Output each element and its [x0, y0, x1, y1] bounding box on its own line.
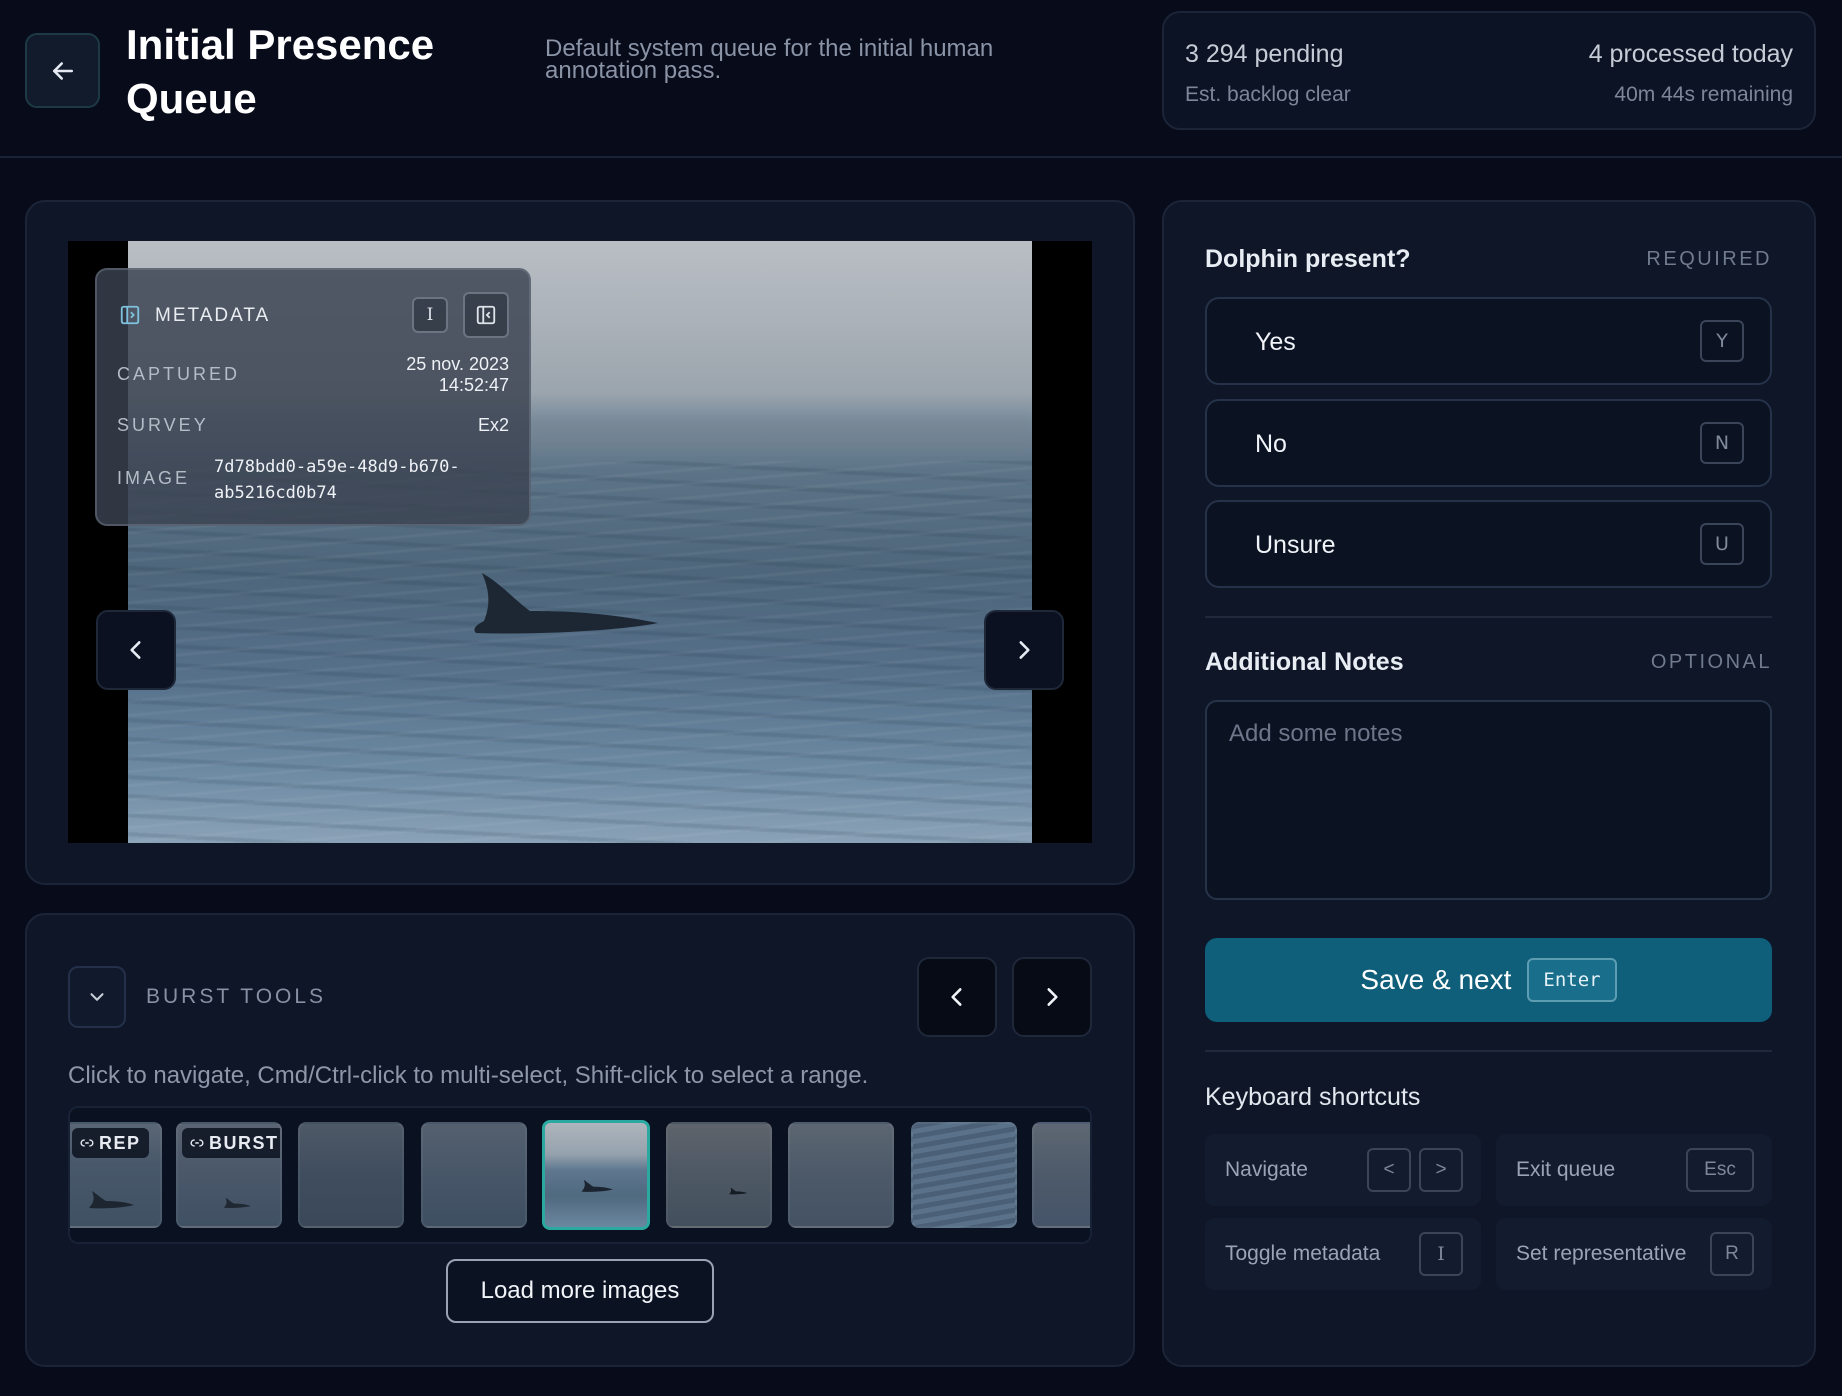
option-unsure-key: U	[1700, 523, 1744, 565]
link-icon	[80, 1139, 94, 1147]
chevron-left-icon	[951, 988, 962, 1006]
divider	[1205, 616, 1772, 618]
dolphin-fin	[223, 1197, 251, 1209]
metadata-heading: METADATA	[155, 305, 271, 326]
burst-previous-button[interactable]	[917, 957, 997, 1037]
survey-key: SURVEY	[117, 415, 209, 435]
pending-count: 3 294 pending	[1185, 40, 1344, 68]
thumbnail[interactable]: BURST	[176, 1122, 282, 1228]
captured-date: 25 nov. 2023	[406, 354, 509, 374]
notes-title: Additional Notes	[1205, 648, 1404, 676]
option-unsure[interactable]: Unsure U	[1205, 500, 1772, 588]
thumbnail[interactable]	[788, 1122, 894, 1228]
option-yes-label: Yes	[1255, 328, 1296, 356]
sidebar-panel-icon	[120, 305, 140, 325]
thumbnail[interactable]	[666, 1122, 772, 1228]
representative-badge: REP	[72, 1128, 149, 1158]
shortcut-next-key: >	[1419, 1148, 1463, 1192]
rep-badge-label: REP	[99, 1132, 141, 1153]
captured-value: 25 nov. 2023 14:52:47	[406, 354, 509, 396]
captured-key: CAPTURED	[117, 364, 241, 384]
dolphin-fin	[729, 1187, 748, 1195]
dolphin-fin	[474, 573, 658, 634]
metadata-overlay: METADATA I CAPTURED 25 nov. 2023 14:52:4…	[95, 268, 531, 526]
backlog-label: Est. backlog clear	[1185, 83, 1351, 106]
shortcut-rep-label: Set representative	[1516, 1242, 1687, 1265]
captured-time: 14:52:47	[438, 375, 509, 395]
arrow-left-icon	[52, 61, 73, 80]
option-yes-key: Y	[1700, 320, 1744, 362]
chevron-right-icon	[1019, 641, 1030, 659]
distant-coastline	[528, 409, 1032, 449]
link-icon	[190, 1139, 204, 1147]
option-yes[interactable]: Yes Y	[1205, 297, 1772, 385]
load-more-button[interactable]: Load more images	[446, 1259, 714, 1323]
queue-description: Default system queue for the initial hum…	[545, 35, 994, 84]
survey-value: Ex2	[477, 415, 509, 435]
question-title: Dolphin present?	[1205, 245, 1411, 273]
shortcut-i-key: I	[1419, 1232, 1463, 1276]
image-id-line2: ab5216cd0b74	[214, 483, 337, 503]
option-no[interactable]: No N	[1205, 399, 1772, 487]
image-key: IMAGE	[117, 468, 191, 488]
shortcut-exit-queue: Exit queue Esc	[1496, 1134, 1772, 1206]
thumbnail[interactable]	[298, 1122, 404, 1228]
burst-tools-toggle[interactable]	[68, 966, 126, 1028]
previous-image-button[interactable]	[96, 610, 176, 690]
burst-help-text: Click to navigate, Cmd/Ctrl-click to mul…	[68, 1062, 869, 1089]
dolphin-fin	[581, 1179, 614, 1192]
divider	[1205, 1050, 1772, 1052]
image-id-line1: 7d78bdd0-a59e-48d9-b670-	[214, 457, 460, 477]
chevron-right-icon	[1047, 988, 1058, 1006]
burst-badge: BURST	[182, 1128, 280, 1158]
thumbnail-strip[interactable]: REP BURST	[68, 1106, 1092, 1244]
image-id-value: 7d78bdd0-a59e-48d9-b670- ab5216cd0b74	[214, 454, 460, 506]
processed-today: 4 processed today	[1588, 40, 1793, 68]
enter-key-badge: Enter	[1527, 958, 1617, 1002]
thumbnail[interactable]	[421, 1122, 527, 1228]
thumbnail-selected[interactable]	[542, 1120, 650, 1230]
dolphin-fin	[89, 1191, 134, 1209]
shortcut-navigate: Navigate < >	[1205, 1134, 1481, 1206]
burst-tools-label: BURST TOOLS	[146, 985, 327, 1008]
burst-badge-label: BURST	[209, 1132, 279, 1153]
panel-collapse-icon	[476, 305, 496, 325]
shortcut-r-key: R	[1710, 1232, 1754, 1276]
option-no-label: No	[1255, 430, 1287, 458]
shortcut-exit-label: Exit queue	[1516, 1158, 1616, 1181]
chevron-down-icon	[90, 993, 104, 1001]
notes-textarea[interactable]	[1205, 700, 1772, 900]
toggle-metadata-button[interactable]: I	[412, 297, 448, 333]
shortcut-set-representative: Set representative R	[1496, 1218, 1772, 1290]
remaining-time: 40m 44s remaining	[1614, 83, 1793, 106]
next-image-button[interactable]	[984, 610, 1064, 690]
save-next-label: Save & next	[1360, 964, 1512, 995]
shortcuts-title: Keyboard shortcuts	[1205, 1083, 1421, 1111]
queue-stats-card: 3 294 pending 4 processed today Est. bac…	[1162, 11, 1816, 130]
collapse-metadata-button[interactable]	[463, 292, 509, 338]
save-next-button[interactable]: Save & next Enter	[1205, 938, 1772, 1022]
back-button[interactable]	[25, 33, 100, 108]
required-tag: REQUIRED	[1646, 248, 1772, 270]
shortcut-toggle-metadata: Toggle metadata I	[1205, 1218, 1481, 1290]
chevron-left-icon	[130, 641, 141, 659]
page-title: Initial Presence Queue	[126, 21, 435, 122]
optional-tag: OPTIONAL	[1650, 651, 1772, 673]
thumbnail[interactable]	[911, 1122, 1017, 1228]
shortcut-prev-key: <	[1367, 1148, 1411, 1192]
option-unsure-label: Unsure	[1255, 531, 1336, 559]
option-no-key: N	[1700, 422, 1744, 464]
thumbnail[interactable]: REP	[70, 1122, 162, 1228]
shortcut-navigate-label: Navigate	[1225, 1158, 1308, 1181]
shortcut-toggle-label: Toggle metadata	[1225, 1242, 1381, 1265]
thumbnail[interactable]	[1032, 1122, 1090, 1228]
burst-next-button[interactable]	[1012, 957, 1092, 1037]
shortcut-esc-key: Esc	[1686, 1148, 1754, 1192]
